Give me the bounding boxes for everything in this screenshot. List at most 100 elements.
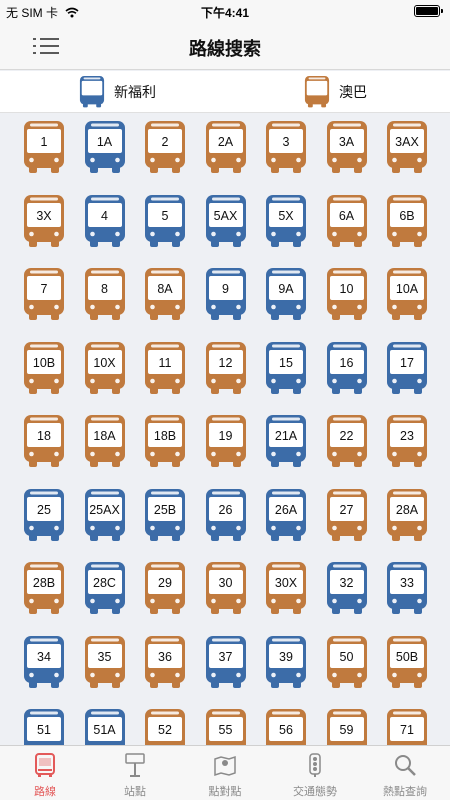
route-button[interactable]: 33 [385, 562, 429, 615]
route-button[interactable]: 56 [264, 709, 308, 745]
route-number: 25 [37, 502, 51, 517]
route-button[interactable]: 3AX [385, 121, 429, 174]
route-number: 8A [157, 282, 173, 296]
route-button[interactable]: 16 [325, 341, 369, 395]
route-button[interactable]: 37 [204, 635, 248, 689]
route-button[interactable]: 3X [22, 194, 66, 248]
route-button[interactable]: 23 [385, 415, 429, 468]
tab-point-to-point[interactable]: 點對點 [180, 746, 270, 800]
route-button[interactable]: 10X [83, 341, 127, 395]
route-button[interactable]: 8 [83, 268, 127, 321]
route-number: 28B [32, 576, 56, 590]
route-button[interactable]: 18B [143, 415, 187, 468]
route-button[interactable]: 12 [204, 341, 248, 395]
route-button[interactable]: 28A [385, 488, 429, 542]
route-number: 23 [400, 429, 414, 443]
route-button[interactable]: 50 [325, 635, 369, 689]
route-button[interactable]: 28B [22, 562, 66, 615]
route-button[interactable]: 18 [22, 415, 66, 468]
route-button[interactable]: 51A [83, 709, 127, 745]
tab-label: 交通態勢 [293, 786, 337, 798]
route-button[interactable]: 2A [204, 121, 248, 174]
route-button[interactable]: 30 [204, 562, 248, 615]
route-number: 30X [274, 576, 298, 590]
route-button[interactable]: 30X [264, 562, 308, 615]
route-button[interactable]: 9 [204, 268, 248, 321]
route-number: 9A [278, 282, 294, 296]
route-number: 51A [93, 723, 116, 737]
route-button[interactable]: 25B [143, 488, 187, 542]
route-button[interactable]: 10 [325, 268, 369, 321]
route-button[interactable]: 7 [22, 268, 66, 321]
route-button[interactable]: 39 [264, 635, 308, 689]
route-number: 3A [338, 135, 355, 149]
route-button[interactable]: 59 [325, 709, 369, 745]
route-button[interactable]: 52 [143, 709, 187, 745]
tab-hotspot-search[interactable]: 熱點查詢 [360, 746, 450, 800]
route-button[interactable]: 4 [83, 194, 127, 248]
route-button[interactable]: 26A [264, 488, 308, 542]
route-button[interactable]: 25 [22, 488, 66, 542]
route-number: 33 [400, 576, 414, 590]
tab-routes[interactable]: 路線 [0, 746, 90, 800]
route-number: 5X [278, 208, 294, 223]
route-button[interactable]: 17 [385, 341, 429, 395]
route-number: 30 [218, 576, 233, 590]
route-number: 8 [101, 282, 108, 296]
route-button[interactable]: 35 [83, 635, 127, 689]
route-button[interactable]: 34 [22, 635, 66, 689]
route-button[interactable]: 9A [264, 268, 308, 321]
route-number: 10X [93, 355, 116, 370]
route-number: 56 [279, 723, 293, 737]
route-button[interactable]: 22 [325, 415, 369, 468]
tab-stops[interactable]: 站點 [90, 746, 180, 800]
route-button[interactable]: 32 [325, 562, 369, 615]
route-button[interactable]: 11 [143, 341, 187, 395]
legend-label-nwfb: 新福利 [114, 84, 156, 100]
route-number: 10A [395, 282, 419, 296]
route-number: 17 [400, 355, 414, 370]
route-number: 10B [32, 355, 56, 370]
route-button[interactable]: 5X [264, 194, 308, 248]
route-button[interactable]: 26 [204, 488, 248, 542]
route-button[interactable]: 6B [385, 194, 429, 248]
route-button[interactable]: 3 [264, 121, 308, 174]
route-button[interactable]: 5 [143, 194, 187, 248]
route-button[interactable]: 10A [385, 268, 429, 321]
route-button[interactable]: 51 [22, 709, 66, 745]
legend-item-nwfb: 新福利 [78, 76, 156, 108]
route-number: 6B [399, 208, 415, 223]
route-button[interactable]: 29 [143, 562, 187, 615]
route-button[interactable]: 10B [22, 341, 66, 395]
blue-bus-icon [79, 76, 105, 108]
traffic-light-icon [309, 753, 321, 777]
route-number: 11 [158, 355, 172, 370]
route-button[interactable]: 21A [264, 415, 308, 468]
route-button[interactable]: 2 [143, 121, 187, 174]
search-icon [395, 755, 416, 776]
bus-stop-sign-icon [125, 753, 145, 777]
tab-traffic[interactable]: 交通態勢 [270, 746, 360, 800]
route-button[interactable]: 71 [385, 709, 429, 745]
route-button[interactable]: 36 [143, 635, 187, 689]
route-number: 22 [339, 429, 354, 443]
route-button[interactable]: 15 [264, 341, 308, 395]
route-button[interactable]: 5AX [204, 194, 248, 248]
route-button[interactable]: 6A [325, 194, 369, 248]
route-number: 52 [158, 723, 172, 737]
route-button[interactable]: 19 [204, 415, 248, 468]
route-button[interactable]: 1 [22, 121, 66, 174]
legend-label-kmb: 澳巴 [339, 84, 367, 100]
route-button[interactable]: 27 [325, 488, 369, 542]
route-button[interactable]: 18A [83, 415, 127, 468]
route-button[interactable]: 8A [143, 268, 187, 321]
route-number: 18A [93, 429, 116, 443]
route-button[interactable]: 55 [204, 709, 248, 745]
route-button[interactable]: 1A [83, 121, 127, 174]
route-number: 25B [153, 502, 177, 517]
route-button[interactable]: 3A [325, 121, 369, 174]
route-number: 15 [279, 355, 293, 370]
route-button[interactable]: 28C [83, 562, 127, 615]
route-button[interactable]: 50B [385, 635, 429, 689]
route-button[interactable]: 25AX [83, 488, 127, 542]
